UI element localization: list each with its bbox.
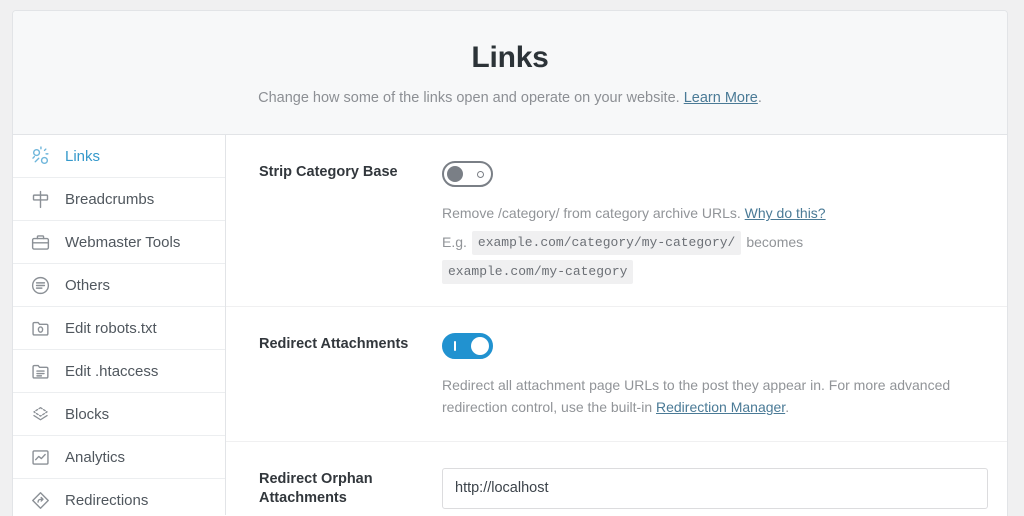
strip-category-base-toggle[interactable]	[442, 161, 493, 188]
description-text-after: .	[785, 398, 790, 415]
blocks-stack-icon	[29, 403, 51, 425]
sidebar-item-label: Webmaster Tools	[65, 233, 181, 251]
page-title: Links	[471, 41, 549, 74]
setting-control: Remove /category/ from category archive …	[442, 161, 988, 285]
sidebar-item-webmaster-tools[interactable]: Webmaster Tools	[13, 221, 225, 265]
redirect-orphan-url-input[interactable]	[442, 467, 988, 509]
learn-more-link[interactable]: Learn More	[684, 90, 758, 106]
toggle-knob	[447, 166, 463, 183]
sidebar-item-label: Edit robots.txt	[65, 319, 157, 337]
subtitle-text-before: Change how some of the links open and op…	[258, 90, 684, 106]
settings-card: Links Change how some of the links open …	[12, 10, 1008, 516]
toggle-off-mark-icon	[477, 171, 484, 179]
sidebar-item-label: Breadcrumbs	[65, 190, 155, 208]
card-header: Links Change how some of the links open …	[13, 11, 1007, 136]
setting-control: Redirect all attachment page URLs to the…	[442, 333, 988, 418]
setting-label: Redirect Attachments	[259, 336, 409, 353]
example-line: E.g. example.com/category/my-category/ b…	[442, 230, 982, 285]
signpost-icon	[29, 188, 51, 210]
sidebar-item-edit-htaccess[interactable]: Edit .htaccess	[13, 350, 225, 394]
subtitle-text-after: .	[757, 90, 762, 106]
sidebar-item-breadcrumbs[interactable]: Breadcrumbs	[13, 178, 225, 222]
sidebar-item-label: Links	[65, 147, 101, 165]
setting-label: Strip Category Base	[259, 164, 398, 181]
description-text: Remove /category/ from category archive …	[442, 205, 745, 222]
settings-main: Strip Category Base Remove /category/ fr…	[226, 135, 1007, 516]
example-from-url: example.com/category/my-category/	[471, 230, 742, 256]
toggle-on-mark-icon	[454, 341, 456, 352]
setting-description: Redirect all attachment page URLs to the…	[442, 375, 988, 418]
document-lines-icon	[29, 360, 51, 382]
briefcase-icon	[29, 231, 51, 253]
sidebar-item-label: Analytics	[65, 448, 126, 466]
redirect-arrow-icon	[29, 490, 51, 512]
setting-strip-category-base: Strip Category Base Remove /category/ fr…	[226, 135, 1007, 308]
setting-redirect-attachments: Redirect Attachments Redirect all attach…	[226, 307, 1007, 442]
robot-file-icon	[29, 317, 51, 339]
sidebar-item-analytics[interactable]: Analytics	[13, 436, 225, 480]
setting-redirect-orphan-attachments: Redirect Orphan Attachments Redirect att…	[226, 442, 1007, 516]
card-body: Links Breadcrumbs Webmaster Tools Others…	[13, 135, 1007, 516]
settings-sidebar: Links Breadcrumbs Webmaster Tools Others…	[13, 135, 226, 516]
sidebar-item-edit-robots-txt[interactable]: Edit robots.txt	[13, 307, 225, 351]
example-to-url: example.com/my-category	[442, 260, 634, 285]
sidebar-item-label: Redirections	[65, 492, 149, 510]
sidebar-item-redirections[interactable]: Redirections	[13, 479, 225, 516]
why-do-this-link[interactable]: Why do this?	[745, 205, 826, 221]
sidebar-item-label: Blocks	[65, 405, 110, 423]
sidebar-item-others[interactable]: Others	[13, 264, 225, 308]
setting-label: Redirect Orphan Attachments	[259, 470, 373, 507]
example-middle: becomes	[746, 234, 804, 251]
example-prefix: E.g.	[442, 234, 467, 251]
setting-description: Remove /category/ from category archive …	[442, 203, 982, 285]
toggle-knob	[471, 337, 489, 356]
links-icon	[29, 145, 51, 167]
sidebar-item-blocks[interactable]: Blocks	[13, 393, 225, 437]
sidebar-item-links[interactable]: Links	[13, 135, 225, 179]
setting-control: Redirect attachments without a parent po…	[442, 467, 988, 516]
sidebar-item-label: Others	[65, 276, 111, 294]
sidebar-item-label: Edit .htaccess	[65, 362, 159, 380]
list-circle-icon	[29, 274, 51, 296]
page-subtitle: Change how some of the links open and op…	[33, 88, 987, 108]
redirection-manager-link[interactable]: Redirection Manager	[656, 399, 785, 415]
chart-box-icon	[29, 446, 51, 468]
app-page: Links Change how some of the links open …	[0, 0, 1024, 516]
redirect-attachments-toggle[interactable]	[442, 333, 493, 360]
